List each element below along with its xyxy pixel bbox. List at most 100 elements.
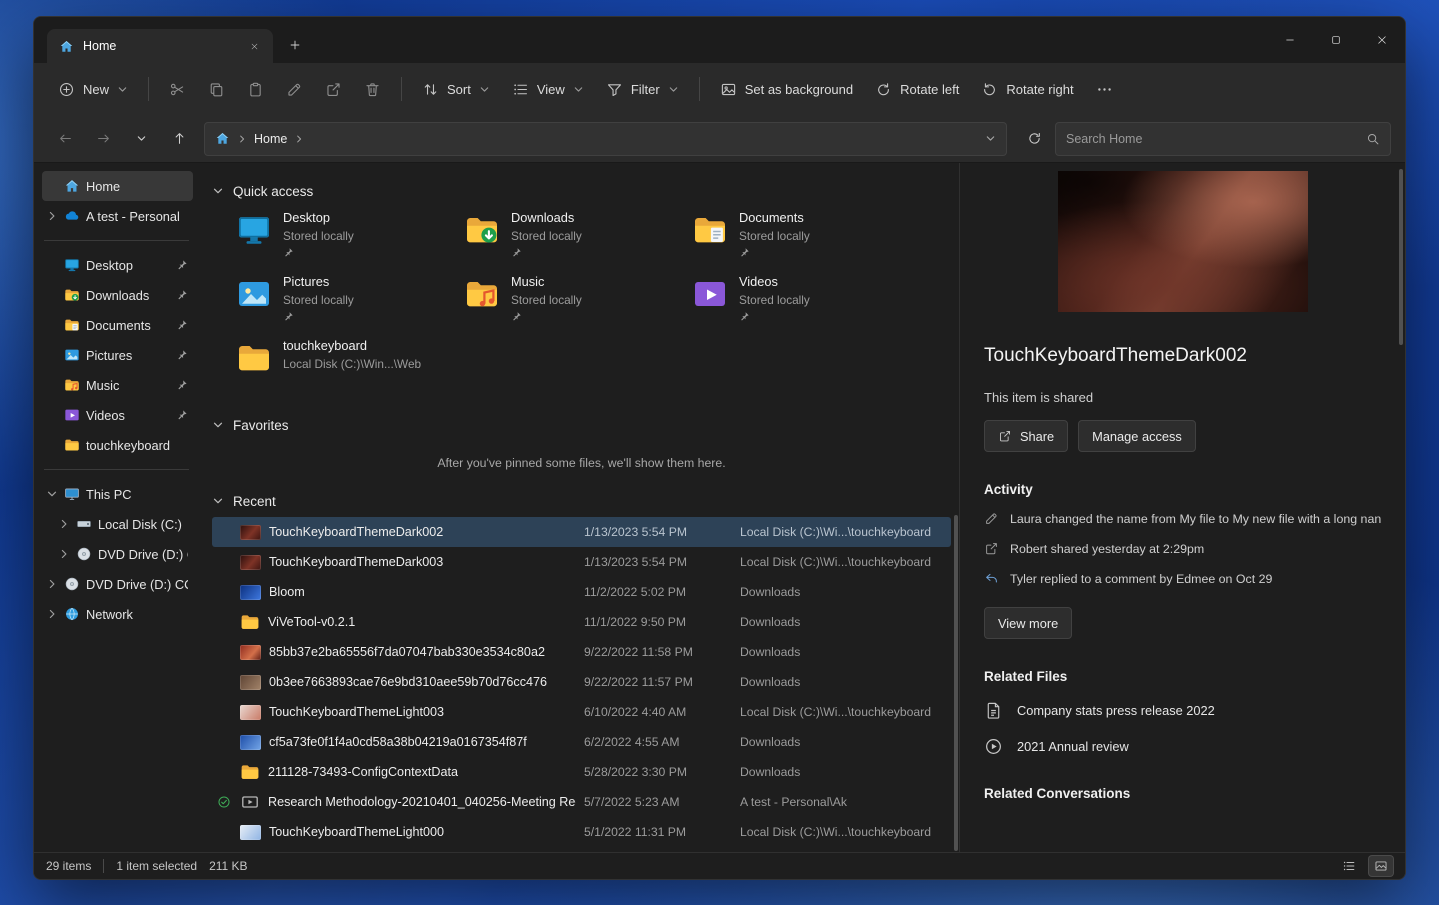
recent-locations-button[interactable] bbox=[124, 123, 158, 155]
close-button[interactable] bbox=[1359, 17, 1405, 63]
sidebar-item-pictures[interactable]: Pictures bbox=[42, 340, 193, 370]
details-view-toggle[interactable] bbox=[1337, 856, 1361, 876]
minimize-button[interactable] bbox=[1267, 17, 1313, 63]
main-scrollbar[interactable] bbox=[954, 515, 958, 851]
new-tab-button[interactable] bbox=[280, 30, 310, 60]
file-location: Downloads bbox=[740, 645, 943, 659]
rename-button[interactable] bbox=[276, 71, 313, 107]
cut-button[interactable] bbox=[159, 71, 196, 107]
view-button-label: View bbox=[537, 82, 565, 97]
view-more-button[interactable]: View more bbox=[984, 607, 1072, 639]
toolbar-separator bbox=[148, 77, 149, 101]
quick-access-tile-pictures[interactable]: Pictures Stored locally bbox=[236, 275, 464, 331]
chevron-right-icon[interactable] bbox=[58, 548, 70, 560]
chevron-down-icon[interactable] bbox=[46, 488, 58, 500]
rotate-right-button[interactable]: Rotate right bbox=[971, 71, 1083, 107]
sync-status-slot bbox=[216, 674, 232, 690]
sidebar-item-desktop[interactable]: Desktop bbox=[42, 250, 193, 280]
chevron-slot bbox=[46, 439, 58, 451]
up-button[interactable] bbox=[162, 123, 196, 155]
quick-access-header[interactable]: Quick access bbox=[212, 177, 951, 205]
activity-entry[interactable]: Laura changed the name from My file to M… bbox=[984, 511, 1381, 527]
refresh-button[interactable] bbox=[1017, 123, 1051, 155]
file-row[interactable]: TouchKeyboardThemeLight000 5/1/2022 11:3… bbox=[212, 817, 951, 847]
file-row[interactable]: 0b3ee7663893cae76e9bd310aee59b70d76cc476… bbox=[212, 667, 951, 697]
chevron-right-icon[interactable] bbox=[46, 608, 58, 620]
file-row[interactable]: 211128-73493-ConfigContextData 5/28/2022… bbox=[212, 757, 951, 787]
maximize-button[interactable] bbox=[1313, 17, 1359, 63]
search-input[interactable] bbox=[1066, 132, 1358, 146]
related-file-item[interactable]: Company stats press release 2022 bbox=[984, 701, 1381, 720]
quick-access-tile-documents[interactable]: Documents Stored locally bbox=[692, 211, 920, 267]
sidebar-item-onedrive[interactable]: A test - Personal bbox=[42, 201, 193, 231]
sidebar-item-local-disk-c[interactable]: Local Disk (C:) bbox=[54, 509, 193, 539]
view-button[interactable]: View bbox=[502, 71, 594, 107]
back-button[interactable] bbox=[48, 123, 82, 155]
activity-entry[interactable]: Robert shared yesterday at 2:29pm bbox=[984, 541, 1381, 557]
filter-button[interactable]: Filter bbox=[596, 71, 689, 107]
sidebar-item-this-pc[interactable]: This PC bbox=[42, 479, 193, 509]
file-name: cf5a73fe0f1f4a0cd58a38b04219a0167354f87f bbox=[269, 735, 576, 749]
details-scrollbar[interactable] bbox=[1399, 169, 1403, 345]
sidebar-item-home[interactable]: Home bbox=[42, 171, 193, 201]
sidebar-item-dvd-drive[interactable]: DVD Drive (D:) CCC bbox=[42, 569, 193, 599]
sidebar-item-touchkeyboard[interactable]: touchkeyboard bbox=[42, 430, 193, 460]
file-row-partial[interactable] bbox=[212, 847, 951, 852]
explorer-body: Home A test - Personal Desktop bbox=[34, 163, 1405, 852]
quick-access-tile-desktop[interactable]: Desktop Stored locally bbox=[236, 211, 464, 267]
favorites-header[interactable]: Favorites bbox=[212, 411, 951, 439]
search-icon[interactable] bbox=[1366, 132, 1380, 146]
file-row[interactable]: TouchKeyboardThemeDark002 1/13/2023 5:54… bbox=[212, 517, 951, 547]
tile-subtitle: Stored locally bbox=[283, 229, 354, 243]
quick-access-tile-downloads[interactable]: Downloads Stored locally bbox=[464, 211, 692, 267]
file-date: 6/10/2022 4:40 AM bbox=[584, 705, 732, 719]
related-file-item[interactable]: 2021 Annual review bbox=[984, 737, 1381, 756]
sidebar-item-downloads[interactable]: Downloads bbox=[42, 280, 193, 310]
new-button[interactable]: New bbox=[48, 71, 138, 107]
pin-icon bbox=[283, 247, 294, 258]
tile-name: Documents bbox=[739, 211, 810, 226]
recent-header[interactable]: Recent bbox=[212, 487, 951, 515]
sidebar-item-network[interactable]: Network bbox=[42, 599, 193, 629]
rotate-left-button[interactable]: Rotate left bbox=[865, 71, 969, 107]
sidebar-item-dvd-drive-d[interactable]: DVD Drive (D:) CC bbox=[54, 539, 193, 569]
quick-access-tile-videos[interactable]: Videos Stored locally bbox=[692, 275, 920, 331]
chevron-right-icon[interactable] bbox=[58, 518, 70, 530]
sidebar-item-videos[interactable]: Videos bbox=[42, 400, 193, 430]
file-row[interactable]: Bloom 11/2/2022 5:02 PM Downloads bbox=[212, 577, 951, 607]
file-row[interactable]: TouchKeyboardThemeLight003 6/10/2022 4:4… bbox=[212, 697, 951, 727]
forward-button[interactable] bbox=[86, 123, 120, 155]
address-dropdown-chevron-icon[interactable] bbox=[985, 133, 996, 144]
chevron-right-icon[interactable] bbox=[46, 578, 58, 590]
chevron-right-icon[interactable] bbox=[46, 210, 58, 222]
file-row[interactable]: Research Methodology-20210401_040256-Mee… bbox=[212, 787, 951, 817]
paste-button[interactable] bbox=[237, 71, 274, 107]
sidebar-item-music[interactable]: Music bbox=[42, 370, 193, 400]
sort-button[interactable]: Sort bbox=[412, 71, 500, 107]
file-row[interactable]: 85bb37e2ba65556f7da07047bab330e3534c80a2… bbox=[212, 637, 951, 667]
sync-status-slot bbox=[216, 764, 232, 780]
quick-access-tile-music[interactable]: Music Stored locally bbox=[464, 275, 692, 331]
tile-meta: Downloads Stored locally bbox=[511, 211, 582, 258]
file-row[interactable]: ViVeTool-v0.2.1 11/1/2022 9:50 PM Downlo… bbox=[212, 607, 951, 637]
copy-button[interactable] bbox=[198, 71, 235, 107]
activity-entry[interactable]: Tyler replied to a comment by Edmee on O… bbox=[984, 571, 1381, 587]
more-options-button[interactable] bbox=[1086, 71, 1123, 107]
manage-access-button[interactable]: Manage access bbox=[1078, 420, 1196, 452]
breadcrumb-home[interactable]: Home bbox=[254, 132, 287, 146]
share-button[interactable] bbox=[315, 71, 352, 107]
dvd-disc-icon bbox=[76, 546, 92, 562]
set-as-background-button[interactable]: Set as background bbox=[710, 71, 863, 107]
tab-close-button[interactable] bbox=[243, 35, 265, 57]
quick-access-tile-touchkeyboard[interactable]: touchkeyboard Local Disk (C:)\Win...\Web bbox=[236, 339, 464, 395]
sidebar-item-documents[interactable]: Documents bbox=[42, 310, 193, 340]
chevron-slot bbox=[46, 289, 58, 301]
details-share-button[interactable]: Share bbox=[984, 420, 1068, 452]
home-icon bbox=[64, 178, 80, 194]
file-row[interactable]: cf5a73fe0f1f4a0cd58a38b04219a0167354f87f… bbox=[212, 727, 951, 757]
large-thumbnails-toggle[interactable] bbox=[1369, 856, 1393, 876]
tab-home[interactable]: Home bbox=[47, 29, 273, 63]
file-row[interactable]: TouchKeyboardThemeDark003 1/13/2023 5:54… bbox=[212, 547, 951, 577]
address-breadcrumb-bar[interactable]: Home bbox=[204, 122, 1007, 156]
delete-button[interactable] bbox=[354, 71, 391, 107]
